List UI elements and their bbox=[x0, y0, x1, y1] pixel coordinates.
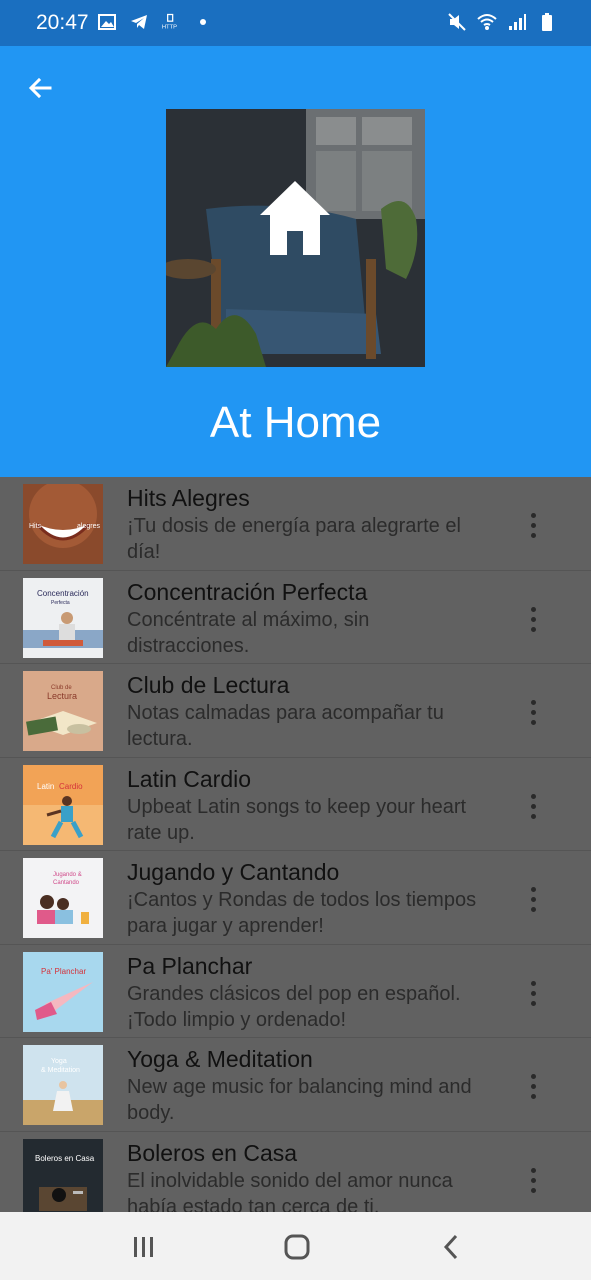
playlist-thumbnail: Jugando & Cantando bbox=[23, 858, 103, 938]
playlist-description: New age music for balancing mind and bod… bbox=[127, 1076, 472, 1124]
svg-text:Jugando &: Jugando & bbox=[53, 872, 82, 878]
playlist-description: ¡Tu dosis de energía para alegrarte el d… bbox=[127, 515, 461, 563]
playlist-title: Concentración Perfecta bbox=[127, 578, 368, 605]
playlist-item-yoga-meditation[interactable]: Yoga & Meditation Yoga & Meditation New a… bbox=[0, 1038, 591, 1132]
home-circle-icon[interactable] bbox=[277, 1232, 317, 1262]
svg-text:Hits: Hits bbox=[29, 523, 42, 530]
svg-text:Cantando: Cantando bbox=[53, 880, 80, 886]
playlist-description: Concéntrate al máximo, sin distracciones… bbox=[127, 608, 370, 657]
playlist-description: El inolvidable sonido del amor nunca hab… bbox=[127, 1169, 453, 1213]
signal-icon bbox=[509, 14, 526, 30]
playlist-item-latin-cardio[interactable]: Latin Cardio Latin Cardio Upbeat Latin so… bbox=[0, 758, 591, 851]
playlist-thumbnail: Concentración Perfecta bbox=[23, 577, 103, 658]
playlist-thumbnail: Boleros en Casa bbox=[23, 1138, 103, 1212]
playlist-title: Latin Cardio bbox=[127, 765, 252, 792]
http-icon: HTTP bbox=[162, 13, 177, 31]
wifi-icon bbox=[477, 14, 497, 30]
playlist-header: At Home bbox=[0, 46, 591, 477]
playlist-thumbnail: Hits alegres bbox=[23, 484, 103, 564]
playlist-title: Club de Lectura bbox=[127, 672, 290, 698]
recents-icon[interactable] bbox=[124, 1232, 164, 1262]
more-options-icon[interactable] bbox=[521, 973, 545, 1013]
more-options-icon[interactable] bbox=[521, 599, 545, 639]
svg-text:HTTP: HTTP bbox=[162, 25, 177, 31]
svg-text:Lectura: Lectura bbox=[47, 691, 77, 701]
playlist-description: Notas calmadas para acompañar tu lectura… bbox=[127, 702, 444, 750]
playlist-thumbnail: Latin Cardio bbox=[23, 764, 103, 845]
playlist-description: Grandes clásicos del pop en español. ¡To… bbox=[127, 982, 461, 1031]
playlist-title: Hits Alegres bbox=[127, 485, 250, 511]
playlist-description: ¡Cantos y Rondas de todos los tiempos pa… bbox=[127, 889, 477, 937]
playlist-title: Yoga & Meditation bbox=[127, 1046, 313, 1072]
more-options-icon[interactable] bbox=[521, 692, 545, 732]
svg-text:Latin: Latin bbox=[37, 782, 54, 791]
svg-text:& Meditation: & Meditation bbox=[41, 1067, 80, 1074]
playlist-description: Upbeat Latin songs to keep your heart ra… bbox=[127, 795, 467, 844]
playlist-title: Jugando y Cantando bbox=[127, 859, 340, 885]
page-title: At Home bbox=[209, 398, 382, 447]
playlist-thumbnail: Yoga & Meditation bbox=[23, 1045, 103, 1125]
playlist-item-boleros-en-casa[interactable]: Boleros en Casa Boleros en Casa El inolv… bbox=[0, 1132, 591, 1213]
home-icon bbox=[260, 181, 330, 255]
playlist-item-jugando-y-cantando[interactable]: Jugando & Cantando Jugando y Cantando ¡Ca… bbox=[0, 851, 591, 945]
playlist-item-club-de-lectura[interactable]: Club de Lectura Club de Lectura Notas cal… bbox=[0, 664, 591, 758]
playlist-list: Hits alegres Hits Alegres ¡Tu dosis de en… bbox=[0, 477, 591, 1212]
playlist-thumbnail: Club de Lectura bbox=[23, 671, 103, 751]
category-cover-image bbox=[166, 109, 425, 367]
battery-icon bbox=[542, 13, 552, 31]
playlist-title: Boleros en Casa bbox=[127, 1139, 298, 1166]
back-arrow-icon[interactable] bbox=[24, 72, 56, 104]
back-chevron-icon[interactable] bbox=[432, 1232, 472, 1262]
svg-text:Pa' Planchar: Pa' Planchar bbox=[41, 967, 86, 976]
playlist-item-pa-planchar[interactable]: Pa' Planchar Pa Planchar Grandes clásico… bbox=[0, 945, 591, 1038]
status-time: 20:47 bbox=[36, 11, 89, 34]
telegram-icon bbox=[131, 15, 147, 29]
more-options-icon[interactable] bbox=[521, 1066, 545, 1106]
svg-text:Yoga: Yoga bbox=[51, 1058, 67, 1065]
playlist-title: Pa Planchar bbox=[127, 952, 253, 979]
playlist-thumbnail: Pa' Planchar bbox=[23, 951, 103, 1032]
more-options-icon[interactable] bbox=[521, 505, 545, 545]
svg-text:Cardio: Cardio bbox=[59, 782, 83, 791]
playlist-item-concentracion-perfecta[interactable]: Concentración Perfecta Concentración Perf… bbox=[0, 571, 591, 664]
svg-text:Perfecta: Perfecta bbox=[51, 600, 70, 606]
more-options-icon[interactable] bbox=[521, 879, 545, 919]
svg-text:alegres: alegres bbox=[77, 523, 100, 530]
svg-text:Boleros en Casa: Boleros en Casa bbox=[35, 1154, 95, 1163]
more-options-icon[interactable] bbox=[521, 786, 545, 826]
system-nav-bar bbox=[0, 1212, 591, 1280]
playlist-item-hits-alegres[interactable]: Hits alegres Hits Alegres ¡Tu dosis de en… bbox=[0, 477, 591, 571]
image-icon bbox=[98, 14, 116, 30]
mute-icon bbox=[448, 13, 466, 31]
status-bar: 20:47 HTTP bbox=[0, 0, 591, 46]
more-options-icon[interactable] bbox=[521, 1160, 545, 1200]
dot-icon bbox=[200, 19, 206, 25]
svg-text:Concentración: Concentración bbox=[37, 589, 89, 598]
